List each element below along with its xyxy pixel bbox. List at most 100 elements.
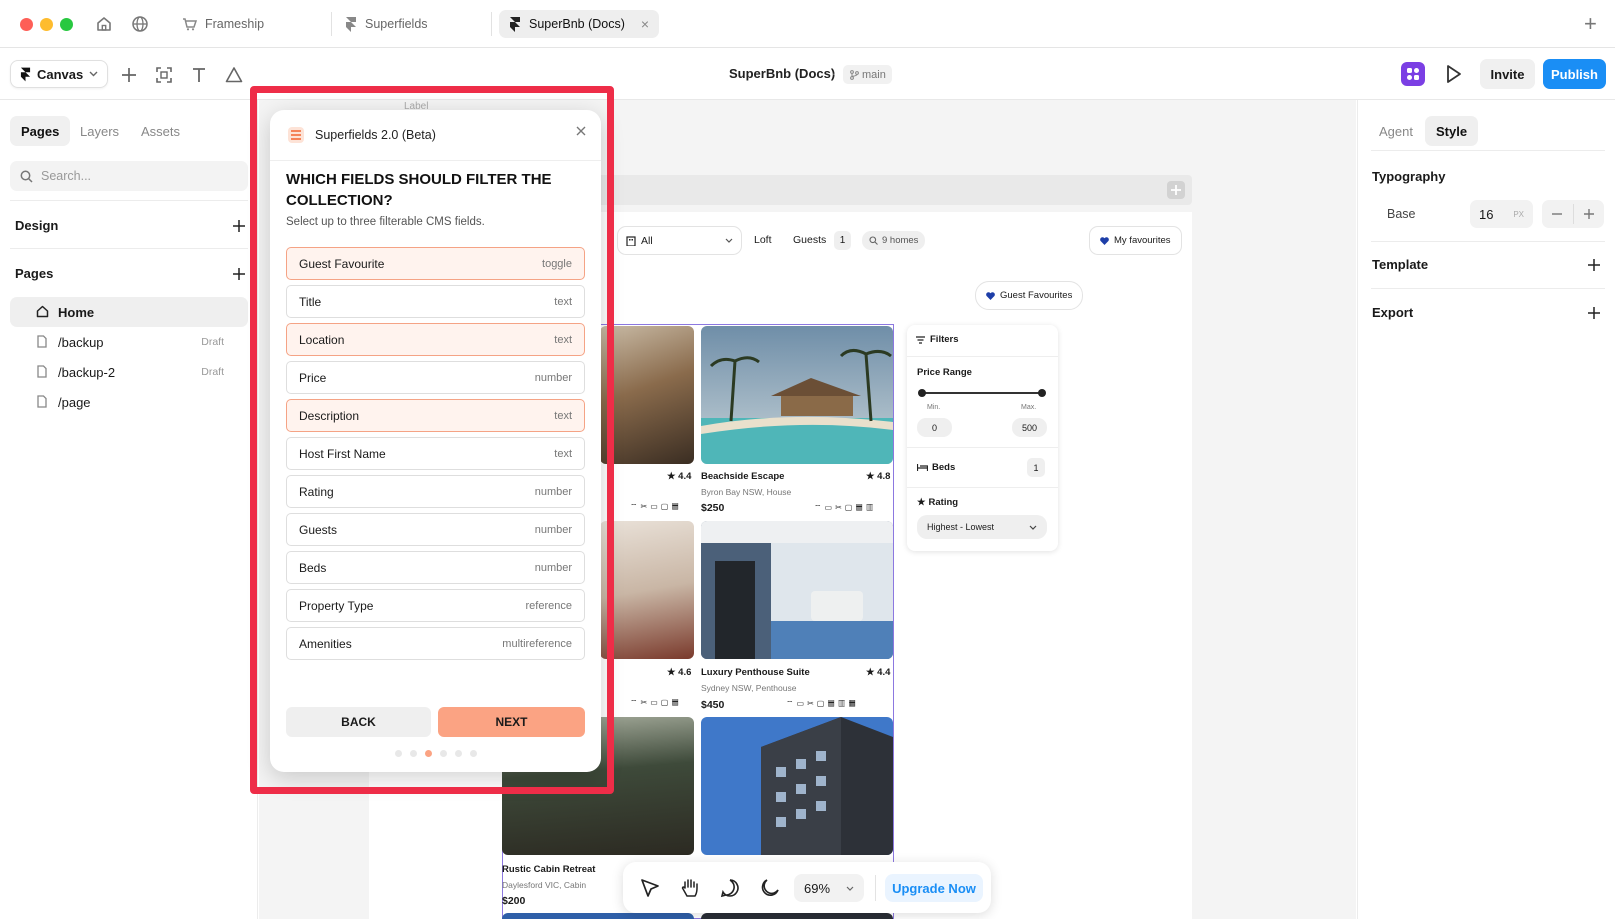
publish-button[interactable]: Publish	[1543, 59, 1606, 89]
page-item-home[interactable]: Home	[10, 297, 248, 327]
tab-label: SuperBnb (Docs)	[529, 17, 625, 31]
listing-photo-bedroom[interactable]	[600, 521, 694, 659]
add-icon[interactable]	[233, 267, 245, 280]
page-item-page[interactable]: /page	[10, 387, 248, 417]
tab-style[interactable]: Style	[1425, 116, 1479, 146]
listing-photo-beachside[interactable]	[701, 326, 893, 464]
chevron-down-icon	[1029, 525, 1037, 530]
base-size-input[interactable]: 16 PX	[1470, 200, 1533, 228]
globe-icon[interactable]	[131, 15, 149, 33]
price-min-input[interactable]: 0	[917, 418, 952, 437]
canvas-menu-button[interactable]: Canvas	[10, 60, 109, 88]
type-select[interactable]: All	[617, 226, 742, 255]
play-preview-icon[interactable]	[1441, 62, 1465, 86]
increment-button[interactable]	[1582, 207, 1596, 221]
text-tool-icon[interactable]	[188, 64, 210, 86]
tab-superfields[interactable]: Superfields	[335, 10, 438, 38]
listing-title[interactable]: Rustic Cabin Retreat	[502, 864, 595, 875]
tab-layers[interactable]: Layers	[69, 116, 130, 146]
add-icon[interactable]	[233, 219, 245, 232]
price-min-handle[interactable]	[918, 389, 926, 397]
beds-value[interactable]: 1	[1027, 458, 1045, 477]
star-icon: ★	[667, 667, 676, 678]
type-option-loft[interactable]: Loft	[754, 234, 772, 246]
base-size-value: 16	[1479, 206, 1494, 222]
max-label: Max.	[1021, 404, 1037, 411]
upgrade-now-button[interactable]: Upgrade Now	[885, 874, 983, 902]
vector-tool-icon[interactable]	[223, 64, 245, 86]
add-icon[interactable]	[1588, 306, 1600, 319]
guests-value[interactable]: 1	[834, 231, 851, 250]
price-range-track[interactable]	[922, 392, 1042, 394]
tab-agent[interactable]: Agent	[1368, 116, 1424, 146]
chevron-down-icon	[725, 238, 733, 243]
guests-label: Guests	[793, 234, 827, 246]
divider	[1371, 150, 1605, 151]
add-breakpoint-button[interactable]	[1167, 181, 1185, 199]
project-title: SuperBnb (Docs)	[729, 66, 836, 81]
guest-favourites-chip[interactable]: Guest Favourites	[975, 281, 1084, 310]
search-input[interactable]: Search...	[10, 161, 248, 191]
listing-photo-interior[interactable]	[600, 326, 694, 464]
title-separator: ·	[832, 66, 837, 81]
listing-price: $450	[701, 699, 725, 711]
hand-tool-icon[interactable]	[680, 877, 700, 899]
rating-sort-select[interactable]: Highest - Lowest	[917, 515, 1047, 539]
cursor-tool-icon[interactable]	[640, 878, 660, 898]
template-section-header[interactable]: Template	[1372, 257, 1600, 272]
tab-pages[interactable]: Pages	[10, 116, 71, 146]
beds-label: Beds	[932, 462, 956, 473]
listing-photo-penthouse[interactable]	[701, 521, 893, 659]
stepper-divider	[1573, 204, 1574, 224]
divider	[1371, 241, 1605, 242]
amenity-icons: ⌔✂▭▢▤	[630, 698, 682, 707]
new-tab-button[interactable]: +	[1584, 11, 1597, 37]
frame-tool-icon[interactable]	[153, 64, 175, 86]
add-icon[interactable]	[118, 64, 140, 86]
export-section-header[interactable]: Export	[1372, 305, 1600, 320]
rating-badge: ★ 4.8	[866, 471, 890, 482]
add-icon[interactable]	[1588, 258, 1600, 271]
typography-header[interactable]: Typography	[1372, 169, 1445, 184]
cart-icon	[182, 17, 197, 31]
home-icon[interactable]	[95, 15, 113, 33]
design-section-header[interactable]: Design	[15, 218, 245, 233]
price-range-label: Price Range	[917, 367, 972, 378]
bed-icon	[917, 464, 928, 471]
zoom-value: 69%	[804, 880, 831, 896]
export-label: Export	[1372, 305, 1414, 320]
min-label: Min.	[927, 404, 941, 411]
zoom-select[interactable]: 69%	[794, 874, 864, 902]
listing-photo-apartment[interactable]	[701, 717, 893, 855]
my-favourites-button[interactable]: My favourites	[1089, 226, 1182, 255]
agent-plugin-icon[interactable]	[1401, 62, 1425, 86]
tab-assets[interactable]: Assets	[130, 116, 191, 146]
price-max-handle[interactable]	[1038, 389, 1046, 397]
page-item-backup-2[interactable]: /backup-2 Draft	[10, 357, 248, 387]
invite-button[interactable]: Invite	[1480, 59, 1535, 89]
building-icon	[626, 235, 636, 246]
branch-badge[interactable]: main	[843, 65, 892, 84]
price-max-input[interactable]: 500	[1012, 418, 1047, 437]
homes-count-badge: 9 homes	[862, 231, 926, 250]
page-item-backup[interactable]: /backup Draft	[10, 327, 248, 357]
page-label: /backup-2	[58, 364, 116, 380]
minimize-window-button[interactable]	[40, 18, 53, 31]
design-label: Design	[15, 218, 59, 233]
close-tab-icon[interactable]: ×	[641, 16, 649, 32]
tab-superbnb-docs[interactable]: SuperBnb (Docs) ×	[499, 10, 659, 38]
tab-frameship[interactable]: Frameship	[172, 10, 274, 38]
dark-mode-icon[interactable]	[760, 878, 780, 898]
decrement-button[interactable]	[1550, 207, 1564, 221]
pages-section-header[interactable]: Pages	[15, 266, 245, 281]
chevron-down-icon	[846, 886, 854, 891]
maximize-window-button[interactable]	[60, 18, 73, 31]
rating-value: 4.4	[877, 667, 891, 678]
highlight-annotation	[250, 86, 614, 794]
close-window-button[interactable]	[20, 18, 33, 31]
listing-title[interactable]: Beachside Escape	[701, 471, 784, 482]
listing-title[interactable]: Luxury Penthouse Suite	[701, 667, 810, 678]
comment-tool-icon[interactable]	[720, 878, 740, 898]
base-size-unit: PX	[1513, 209, 1524, 219]
framer-icon	[20, 67, 31, 82]
